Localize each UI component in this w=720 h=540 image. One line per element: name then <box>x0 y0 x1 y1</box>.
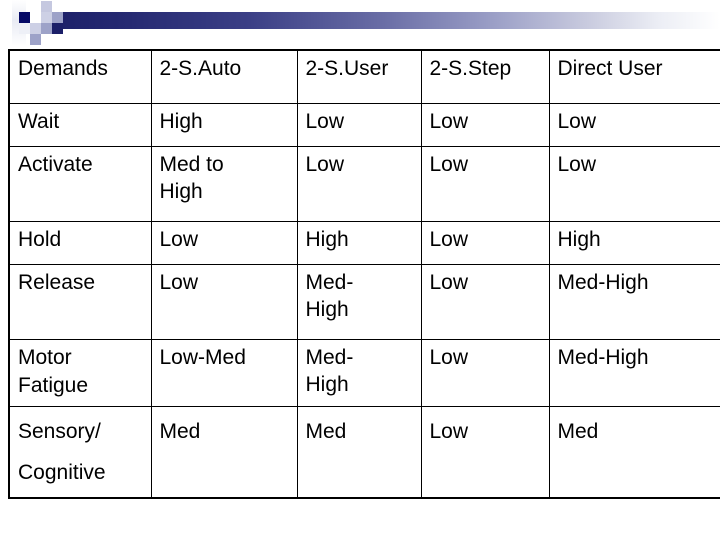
table-row: Sensory/Cognitive Med Med Low Med <box>8 406 720 499</box>
row-label-cell: Hold <box>8 221 152 265</box>
banner-square <box>30 1 41 12</box>
cell-line: Activate <box>18 153 93 176</box>
data-cell: Low <box>420 146 550 222</box>
data-cell: Med-High <box>548 339 720 407</box>
banner-square <box>52 12 63 23</box>
banner-square <box>30 23 41 34</box>
data-cell: Low <box>420 221 550 265</box>
cell-line: Low <box>159 228 199 251</box>
table-row: Activate Med to High Low Low Low <box>8 146 720 222</box>
cell-line: Wait <box>18 110 60 133</box>
cell-line: Med <box>305 420 347 443</box>
banner-gradient-bar <box>48 12 720 29</box>
cell-line: Sensory/ <box>18 420 101 443</box>
cell-line: Low <box>429 228 469 251</box>
banner-square <box>41 34 52 45</box>
banner-square <box>41 23 52 34</box>
cell-line: High <box>159 180 203 203</box>
data-cell: Low <box>420 406 550 499</box>
cell-line: Low <box>305 110 345 133</box>
demands-comparison-table: Demands 2-S.Auto 2-S.User 2-S.Step Direct Us… <box>8 49 720 499</box>
cell-line: Hold <box>18 228 62 251</box>
data-cell: High <box>150 103 298 147</box>
banner-square <box>19 12 30 23</box>
cell-line: Med <box>159 420 201 443</box>
cell-line: Cognitive <box>18 461 106 484</box>
data-cell: Med <box>150 406 298 499</box>
cell-line: High <box>305 373 349 396</box>
table-header-row: Demands 2-S.Auto 2-S.User 2-S.Step Direct Us… <box>8 49 720 104</box>
cell-line: High <box>305 298 349 321</box>
table-row: Wait High Low Low Low <box>8 103 720 147</box>
data-cell: Low <box>420 103 550 147</box>
banner-square <box>52 1 63 12</box>
cell-line: Low <box>429 271 469 294</box>
table-row: Hold Low High Low High <box>8 221 720 265</box>
data-cell: Low <box>420 264 550 340</box>
data-cell: Low <box>420 339 550 407</box>
cell-line: Med- <box>305 271 354 294</box>
cell-line: Low <box>557 110 597 133</box>
column-header: 2-S.User <box>296 49 422 104</box>
cell-line: Low <box>305 153 345 176</box>
cell-line: Med-High <box>557 346 649 369</box>
cell-line: High <box>305 228 349 251</box>
cell-line: Fatigue <box>18 374 89 397</box>
cell-line: High <box>557 228 601 251</box>
row-label-cell: Motor Fatigue <box>8 339 152 407</box>
cell-line: Low <box>429 110 469 133</box>
cell-line: Low-Med <box>159 346 246 369</box>
data-cell: Med <box>548 406 720 499</box>
data-cell: High <box>296 221 422 265</box>
cell-line: Med- <box>305 346 354 369</box>
cell-line: Low <box>557 153 597 176</box>
data-cell: High <box>548 221 720 265</box>
cell-line: Low <box>429 153 469 176</box>
banner-square <box>41 12 52 23</box>
cell-line: Low <box>159 271 199 294</box>
data-cell: Med- High <box>296 339 422 407</box>
data-cell: Med <box>296 406 422 499</box>
data-cell: Low-Med <box>150 339 298 407</box>
cell-line: High <box>159 110 203 133</box>
data-cell: Low <box>548 103 720 147</box>
data-cell: Low <box>296 146 422 222</box>
decorative-header-banner <box>0 0 720 46</box>
column-header: 2-S.Auto <box>150 49 298 104</box>
column-header: 2-S.Step <box>420 49 550 104</box>
cell-line: Med <box>557 420 599 443</box>
data-cell: Med-High <box>548 264 720 340</box>
banner-square <box>30 34 41 45</box>
banner-square <box>52 23 63 34</box>
data-cell: Low <box>548 146 720 222</box>
cell-line: Release <box>18 271 96 294</box>
banner-square <box>30 12 41 23</box>
row-label-cell: Release <box>8 264 152 340</box>
data-cell: Med- High <box>296 264 422 340</box>
row-label-cell: Activate <box>8 146 152 222</box>
data-cell: Low <box>150 221 298 265</box>
data-cell: Low <box>296 103 422 147</box>
table-row: Release Low Med- High Low Med-High <box>8 264 720 340</box>
data-cell: Med to High <box>150 146 298 222</box>
banner-square <box>41 1 52 12</box>
table-row: Motor Fatigue Low-Med Med- High Low Med-High <box>8 339 720 407</box>
row-label-cell: Sensory/Cognitive <box>8 406 152 499</box>
row-label-cell: Wait <box>8 103 152 147</box>
table-container: Demands 2-S.Auto 2-S.User 2-S.Step Direct Us… <box>8 49 720 499</box>
banner-square <box>19 23 30 34</box>
cell-line: Med to <box>159 153 224 176</box>
cell-line: Low <box>429 346 469 369</box>
data-cell: Low <box>150 264 298 340</box>
column-header: Direct User <box>548 49 720 104</box>
cell-line: Low <box>429 420 469 443</box>
column-header: Demands <box>8 49 152 104</box>
cell-line: Med-High <box>557 271 649 294</box>
cell-line: Motor <box>18 346 72 369</box>
